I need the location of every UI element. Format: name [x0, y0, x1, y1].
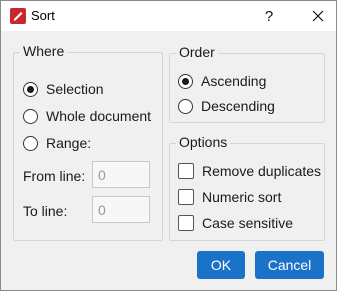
order-group-title: Order: [176, 44, 218, 60]
checkbox-case-sensitive-label: Case sensitive: [202, 215, 294, 231]
sort-dialog: Sort ? Where Selection Whole document Ra…: [0, 0, 337, 291]
radio-descending-control[interactable]: [178, 98, 193, 114]
close-button[interactable]: [301, 1, 335, 31]
radio-descending-label: Descending: [201, 98, 275, 114]
from-line-input[interactable]: [92, 161, 150, 188]
radio-selection-control[interactable]: [23, 81, 38, 97]
app-logo-icon: [10, 8, 26, 24]
close-icon: [312, 10, 324, 22]
dialog-title: Sort: [31, 8, 55, 23]
order-group: Order Ascending Descending: [169, 44, 325, 123]
radio-ascending[interactable]: Ascending: [178, 73, 266, 89]
checkbox-numeric-sort-label: Numeric sort: [202, 189, 282, 205]
title-bar: Sort ?: [1, 1, 336, 31]
radio-whole-document-control[interactable]: [23, 108, 38, 124]
radio-selection[interactable]: Selection: [23, 81, 104, 97]
help-button[interactable]: ?: [255, 1, 283, 31]
where-group: Where Selection Whole document Range: Fr…: [13, 43, 163, 241]
ok-button[interactable]: OK: [197, 251, 245, 279]
from-line-label: From line:: [23, 168, 86, 184]
radio-whole-document[interactable]: Whole document: [23, 108, 151, 124]
cancel-button[interactable]: Cancel: [255, 251, 324, 279]
radio-range-label: Range:: [46, 135, 92, 151]
options-group-title: Options: [176, 134, 231, 150]
checkbox-case-sensitive[interactable]: Case sensitive: [178, 215, 293, 231]
radio-range-control[interactable]: [23, 135, 38, 151]
radio-ascending-control[interactable]: [178, 73, 193, 89]
checkbox-numeric-sort-control[interactable]: [178, 189, 194, 205]
checkbox-remove-duplicates-control[interactable]: [178, 163, 194, 179]
radio-selection-label: Selection: [46, 81, 104, 97]
radio-ascending-label: Ascending: [201, 73, 267, 89]
checkbox-numeric-sort[interactable]: Numeric sort: [178, 189, 281, 205]
checkbox-remove-duplicates[interactable]: Remove duplicates: [178, 163, 321, 179]
checkbox-remove-duplicates-label: Remove duplicates: [202, 163, 322, 179]
options-group: Options Remove duplicates Numeric sort C…: [169, 134, 325, 241]
where-group-title: Where: [20, 43, 68, 59]
to-line-input[interactable]: [92, 196, 150, 223]
checkbox-case-sensitive-control[interactable]: [178, 215, 194, 231]
radio-descending[interactable]: Descending: [178, 98, 275, 114]
radio-range[interactable]: Range:: [23, 135, 91, 151]
radio-whole-document-label: Whole document: [46, 108, 152, 124]
to-line-label: To line:: [23, 203, 68, 219]
